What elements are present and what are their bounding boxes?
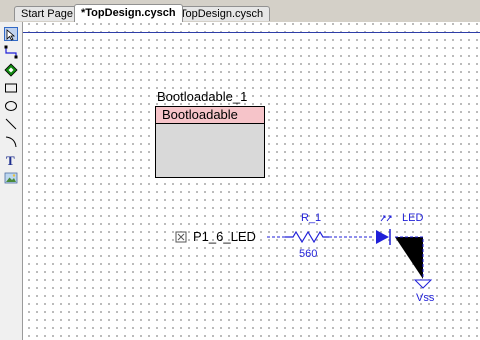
pin-label[interactable]: P1_6_LED — [193, 229, 256, 244]
wire-led-ground — [395, 236, 424, 279]
resistor-symbol — [285, 230, 329, 244]
ground-name[interactable]: Vss — [416, 292, 434, 304]
led-symbol — [376, 230, 389, 244]
tab-topdesign-modified[interactable]: *TopDesign.cysch — [74, 4, 183, 22]
arc-icon[interactable] — [4, 135, 18, 149]
tab-topdesign[interactable]: TopDesign.cysch — [173, 6, 271, 21]
rectangle-icon[interactable] — [4, 81, 18, 95]
text-icon[interactable]: T — [4, 153, 18, 168]
ellipse-icon[interactable] — [4, 99, 18, 113]
svg-text:T: T — [6, 153, 15, 167]
schematic-wires — [175, 215, 433, 289]
tab-start-page[interactable]: Start Page — [14, 6, 80, 21]
drawing-toolbox: T — [0, 22, 23, 340]
led-emission-arrow — [380, 215, 386, 222]
image-icon[interactable] — [4, 171, 18, 185]
line-icon[interactable] — [4, 117, 18, 131]
wire-icon[interactable] — [4, 45, 18, 59]
pointer-icon[interactable] — [4, 27, 18, 41]
component-icon[interactable] — [4, 63, 18, 77]
document-tab-bar: Start Page *TopDesign.cysch TopDesign.cy… — [0, 0, 480, 23]
schematic-canvas[interactable]: Bootloadable_1 Bootloadable P1_6_LED R_1… — [23, 22, 480, 340]
resistor-name[interactable]: R_1 — [301, 212, 321, 224]
ground-symbol — [413, 279, 433, 289]
resistor-value[interactable]: 560 — [299, 248, 317, 260]
led-name[interactable]: LED — [402, 212, 423, 224]
